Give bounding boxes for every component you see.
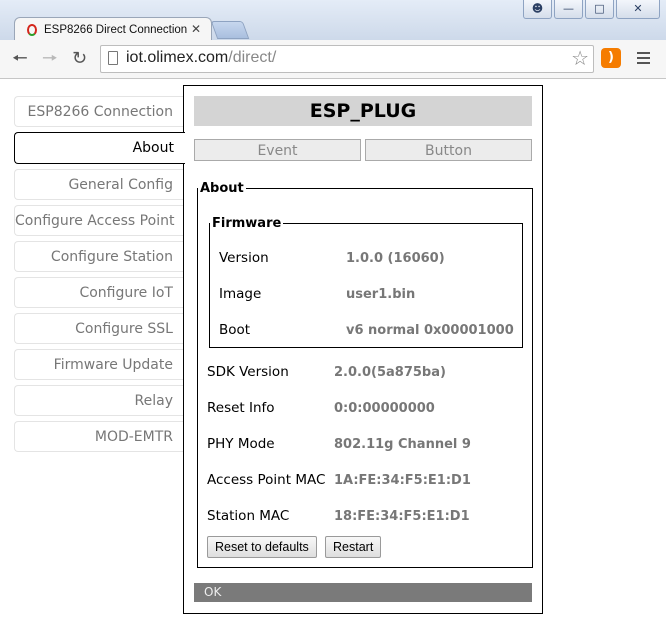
firmware-fieldset: Firmware Version 1.0.0 (16060) Image use… bbox=[209, 216, 523, 348]
minimize-button[interactable]: — bbox=[554, 0, 583, 19]
status-bar: OK bbox=[194, 583, 532, 602]
maximize-button[interactable]: □ bbox=[585, 0, 614, 19]
sidebar-item-esp8266-connection[interactable]: ESP8266 Connection bbox=[14, 96, 184, 127]
sidebar-item-relay[interactable]: Relay bbox=[14, 385, 184, 416]
tab-title: ESP8266 Direct Connection bbox=[44, 24, 188, 36]
access-point-mac-label: Access Point MAC bbox=[207, 472, 326, 488]
boot-value: v6 normal 0x00001000 bbox=[346, 323, 514, 338]
user-icon[interactable]: ☻ bbox=[523, 0, 552, 19]
access-point-mac-value: 1A:FE:34:F5:E1:D1 bbox=[334, 473, 471, 488]
firmware-legend: Firmware bbox=[212, 216, 282, 231]
url-text[interactable]: iot.olimex.com/direct/ bbox=[126, 49, 276, 67]
new-tab-button[interactable] bbox=[210, 21, 250, 39]
back-icon[interactable]: 🠔 bbox=[12, 49, 28, 69]
browser-titlebar: ☻ — □ ✕ ESP8266 Direct Connection ✕ bbox=[0, 0, 666, 42]
sidebar-item-about[interactable]: About bbox=[14, 132, 185, 164]
restart-button[interactable]: Restart bbox=[325, 536, 382, 558]
rss-icon[interactable]: ) bbox=[601, 48, 621, 68]
sidebar-item-configure-access-point[interactable]: Configure Access Point bbox=[14, 205, 184, 236]
main-panel: ESP_PLUG Event Button About Firmware Ver… bbox=[183, 85, 543, 614]
tab-button[interactable]: Button bbox=[365, 139, 532, 161]
sidebar-item-general-config[interactable]: General Config bbox=[14, 169, 184, 200]
tab-event[interactable]: Event bbox=[194, 139, 361, 161]
device-title: ESP_PLUG bbox=[194, 96, 532, 126]
phy-mode-value: 802.11g Channel 9 bbox=[334, 437, 471, 452]
browser-tab[interactable]: ESP8266 Direct Connection ✕ bbox=[14, 17, 212, 42]
close-tab-icon[interactable]: ✕ bbox=[191, 22, 201, 36]
sidebar-item-configure-ssl[interactable]: Configure SSL bbox=[14, 313, 184, 344]
version-label: Version bbox=[219, 250, 269, 266]
sidebar-item-configure-station[interactable]: Configure Station bbox=[14, 241, 184, 272]
sidebar-nav: ESP8266 Connection About General Config … bbox=[14, 96, 185, 457]
url-path: /direct/ bbox=[228, 49, 277, 66]
image-value: user1.bin bbox=[346, 287, 416, 302]
version-value: 1.0.0 (16060) bbox=[346, 251, 445, 266]
star-icon[interactable]: ☆ bbox=[571, 47, 589, 69]
menu-icon[interactable] bbox=[637, 52, 650, 67]
boot-label: Boot bbox=[219, 322, 251, 338]
window-controls: ☻ — □ ✕ bbox=[523, 0, 660, 19]
image-label: Image bbox=[219, 286, 262, 302]
sidebar-item-firmware-update[interactable]: Firmware Update bbox=[14, 349, 184, 380]
station-mac-label: Station MAC bbox=[207, 508, 290, 524]
sdk-version-label: SDK Version bbox=[207, 364, 289, 380]
forward-icon[interactable]: 🠖 bbox=[42, 49, 58, 69]
sidebar-item-mod-emtr[interactable]: MOD-EMTR bbox=[14, 421, 184, 452]
olimex-favicon-icon bbox=[27, 24, 37, 36]
sdk-version-value: 2.0.0(5a875ba) bbox=[334, 365, 446, 380]
browser-toolbar: 🠔 🠖 ↻ iot.olimex.com/direct/ ☆ bbox=[0, 40, 666, 79]
reset-info-label: Reset Info bbox=[207, 400, 275, 416]
page-icon bbox=[108, 51, 118, 65]
sidebar-item-configure-iot[interactable]: Configure IoT bbox=[14, 277, 184, 308]
about-fieldset: About Firmware Version 1.0.0 (16060) Ima… bbox=[197, 181, 533, 568]
about-legend: About bbox=[200, 181, 244, 196]
reload-icon[interactable]: ↻ bbox=[72, 49, 87, 69]
station-mac-value: 18:FE:34:F5:E1:D1 bbox=[334, 509, 470, 524]
close-window-button[interactable]: ✕ bbox=[616, 0, 660, 19]
url-domain: iot.olimex.com bbox=[126, 49, 229, 66]
phy-mode-label: PHY Mode bbox=[207, 436, 275, 452]
reset-to-defaults-button[interactable]: Reset to defaults bbox=[207, 536, 317, 558]
address-bar[interactable]: iot.olimex.com/direct/ ☆ bbox=[100, 45, 594, 73]
reset-info-value: 0:0:00000000 bbox=[334, 401, 435, 416]
